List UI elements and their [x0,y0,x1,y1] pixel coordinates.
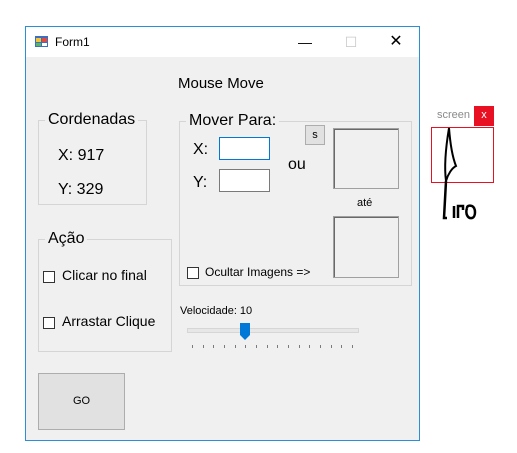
action-legend: Ação [48,230,85,247]
slider-tick [330,345,332,348]
slider-tick [277,345,279,348]
slider-tick [234,345,236,348]
move-y-input[interactable] [219,169,270,192]
slider-tick [288,345,289,348]
slider-tick [245,345,247,348]
mouse-cursor-drawing [442,127,477,220]
screenshot-button[interactable]: s [305,125,325,145]
or-label: ou [288,156,306,173]
speed-slider-track[interactable] [187,328,359,333]
slider-tick [309,345,311,348]
coordinate-x-label: X: 917 [58,147,105,164]
close-button[interactable]: ✕ [373,27,419,57]
slider-tick [192,345,193,348]
maximize-button[interactable]: ☐ [328,27,374,57]
slider-tick [320,345,321,348]
until-label: até [357,197,373,209]
move-x-input[interactable] [219,137,270,160]
slider-tick [256,345,257,348]
move-to-legend: Mover Para: [189,112,277,129]
hide-images-checkbox[interactable] [187,267,199,279]
slider-tick [298,345,300,348]
move-x-label: X: [193,141,209,158]
drag-click-label[interactable]: Arrastar Clique [62,313,155,329]
move-y-label: Y: [193,174,208,191]
title-bar[interactable]: Form1 — ☐ ✕ [26,27,419,57]
speed-label: Velocidade: 10 [180,305,253,317]
slider-tick [266,345,268,348]
screen-close-button[interactable]: x [474,106,494,126]
action-group: Ação [38,230,172,352]
main-window: Form1 — ☐ ✕ Mouse Move Cordenadas X: 917… [25,26,420,441]
drag-click-checkbox[interactable] [43,317,55,329]
page-heading: Mouse Move [178,75,264,92]
slider-tick [202,345,204,348]
slider-tick [341,345,343,348]
slider-tick [224,345,225,348]
slider-tick [213,345,215,348]
slider-tick [352,345,353,348]
coordinate-y-label: Y: 329 [58,181,104,198]
click-at-end-label[interactable]: Clicar no final [62,267,147,283]
speed-slider-thumb[interactable] [240,323,251,340]
coordinates-legend: Cordenadas [48,111,136,128]
screen-label: screen [437,109,471,121]
end-image-box[interactable] [333,216,399,278]
click-at-end-checkbox[interactable] [43,271,55,283]
window-title: Form1 [55,35,90,49]
hide-images-label[interactable]: Ocultar Imagens => [205,265,310,279]
form-app-icon [35,36,48,47]
start-image-box[interactable] [333,128,399,189]
minimize-button[interactable]: — [282,27,328,57]
go-button[interactable]: GO [38,373,125,430]
